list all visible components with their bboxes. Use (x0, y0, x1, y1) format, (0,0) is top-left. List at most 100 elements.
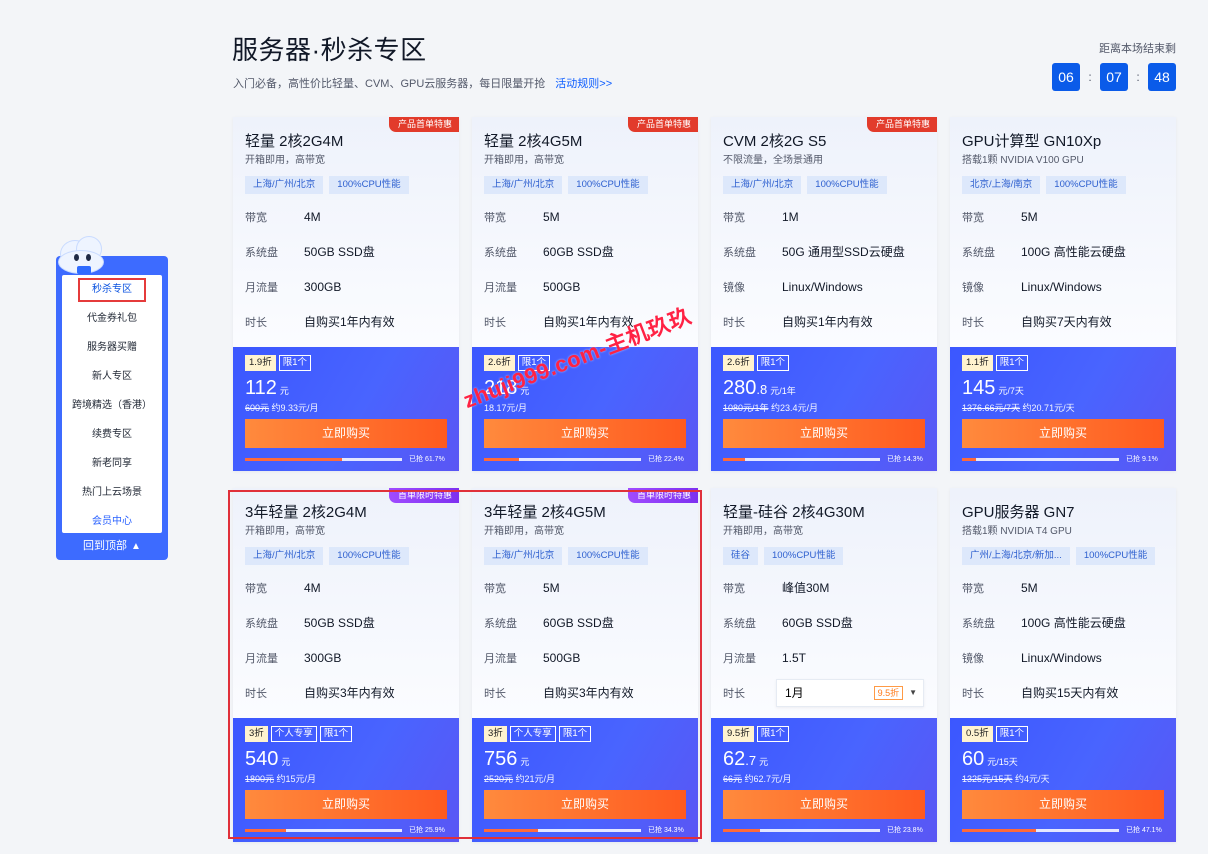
buy-now-button[interactable]: 立即购买 (484, 790, 686, 819)
tag-list: 上海/广州/北京 100%CPU性能 (484, 547, 686, 565)
spec-list: 带宽 4M 系统盘 50GB SSD盘 月流量 300GB 时长 自购买1年内有效 (245, 199, 447, 339)
discount-badge: 3折 (484, 726, 507, 742)
side-nav-item-label: 秒杀专区 (78, 278, 146, 302)
buy-now-button[interactable]: 立即购买 (245, 419, 447, 448)
spec-key: 月流量 (723, 652, 756, 665)
spec-key: 月流量 (245, 652, 278, 665)
spec-value: 自购买3年内有效 (304, 686, 395, 700)
sold-progress: 已抢 34.3% (484, 825, 686, 835)
spec-row: 带宽 5M (484, 199, 686, 234)
tag-list: 硅谷 100%CPU性能 (723, 547, 925, 565)
side-nav-item-server-gift[interactable]: 服务器买赠 (62, 333, 162, 362)
original-price: 2520元 约21元/月 (484, 773, 686, 785)
product-subtitle: 开箱即用，高带宽 (245, 155, 325, 166)
product-card: GPU计算型 GN10Xp 搭载1颗 NVIDIA V100 GPU 北京/上海/南… (950, 117, 1176, 471)
side-nav-item-renewal[interactable]: 续费专区 (62, 420, 162, 449)
promo-ribbon: 首单限时特惠 (627, 488, 698, 503)
price-panel: 1.9折 限1个 112 元 600元 约9.33元/月 立即购买 已抢 61.7% (233, 347, 459, 471)
original-price-value: 66元 (723, 774, 743, 784)
original-price-value: 1376.66元/7天 (962, 403, 1021, 413)
spec-value: 5M (1021, 580, 1038, 595)
promo-ribbon: 首单限时特惠 (388, 488, 459, 503)
badge-list: 0.5折 限1个 (962, 726, 1164, 742)
product-title: 3年轻量 2核4G5M (484, 504, 606, 521)
product-title: 3年轻量 2核2G4M (245, 504, 367, 521)
price: 60 元/15天 (962, 748, 1164, 772)
duration-select[interactable]: 1月 9.5折 ▼ (776, 678, 924, 707)
side-nav-item-member-center[interactable]: 会员中心 (62, 507, 162, 536)
tag-list: 北京/上海/南京 100%CPU性能 (962, 176, 1164, 194)
tag-list: 上海/广州/北京 100%CPU性能 (245, 547, 447, 565)
region-tag: 100%CPU性能 (329, 176, 409, 194)
spec-row: 系统盘 100G 高性能云硬盘 (962, 234, 1164, 269)
original-price: 1325元/15天 约4元/天 (962, 773, 1164, 785)
progress-track (245, 457, 402, 461)
side-nav-item-scenarios[interactable]: 热门上云场景 (62, 478, 162, 507)
limit-badge: 限1个 (756, 726, 790, 742)
product-subtitle: 开箱即用，高带宽 (484, 526, 564, 537)
progress-track (484, 828, 641, 832)
price-value: 60 (962, 748, 985, 770)
price-panel: 9.5折 限1个 62.7 元 66元 约62.7元/月 立即购买 已抢 23.8% (711, 718, 937, 842)
spec-key: 带宽 (723, 582, 745, 595)
product-title: CVM 2核2G S5 (723, 133, 827, 150)
buy-now-button[interactable]: 立即购买 (484, 419, 686, 448)
product-title: 轻量-硅谷 2核4G30M (723, 504, 865, 521)
mascot-icon (56, 232, 108, 278)
price-unit: 元/1年 (770, 386, 796, 396)
spec-key: 系统盘 (484, 246, 517, 259)
spec-key: 系统盘 (245, 617, 278, 630)
spec-key: 月流量 (484, 281, 517, 294)
duration-value: 1月 (785, 686, 804, 700)
price-value: 540 (245, 748, 279, 770)
side-nav-item-vouchers[interactable]: 代金券礼包 (62, 304, 162, 333)
spec-list: 带宽 5M 系统盘 100G 高性能云硬盘 镜像 Linux/Windows 时长 自购买7天… (962, 199, 1164, 339)
limit-badge: 限1个 (558, 726, 592, 742)
price-value: 145 (962, 377, 996, 399)
spec-value: 60GB SSD盘 (543, 245, 614, 259)
badge-list: 9.5折 限1个 (723, 726, 925, 742)
spec-key: 时长 (484, 687, 506, 700)
countdown-separator: : (1136, 70, 1140, 84)
region-tag: 上海/广州/北京 (723, 176, 802, 194)
subtitle-text: 入门必备，高性价比轻量、CVM、GPU云服务器，每日限量开抢 (233, 78, 546, 90)
side-nav-item-all-users[interactable]: 新老同享 (62, 449, 162, 478)
spec-value: 500GB (543, 650, 581, 665)
buy-now-button[interactable]: 立即购买 (723, 419, 925, 448)
spec-list: 带宽 5M 系统盘 100G 高性能云硬盘 镜像 Linux/Windows 时长 自购买15… (962, 570, 1164, 710)
price-unit: 元 (759, 757, 769, 767)
side-nav-item-hongkong[interactable]: 跨境精选（香港） (62, 391, 162, 420)
buy-now-button[interactable]: 立即购买 (245, 790, 447, 819)
back-to-top-button[interactable]: 回到顶部 ▲ (62, 533, 162, 559)
spec-value: 4M (304, 209, 321, 224)
side-nav-item-newcomer[interactable]: 新人专区 (62, 362, 162, 391)
spec-key: 系统盘 (723, 617, 756, 630)
spec-key: 带宽 (962, 582, 984, 595)
price: 756 元 (484, 748, 686, 772)
spec-value: 50GB SSD盘 (304, 616, 375, 630)
original-price: 600元 约9.33元/月 (245, 402, 447, 414)
price-decimal: .8 (756, 382, 768, 397)
sold-progress: 已抢 25.9% (245, 825, 447, 835)
region-tag: 上海/广州/北京 (245, 176, 324, 194)
buy-now-button[interactable]: 立即购买 (723, 790, 925, 819)
product-subtitle: 搭载1颗 NVIDIA T4 GPU (962, 526, 1072, 537)
discount-badge: 0.5折 (962, 726, 993, 742)
region-tag: 广州/上海/北京/新加... (962, 547, 1070, 565)
product-title: 轻量 2核4G5M (484, 133, 583, 150)
spec-value: 100G 高性能云硬盘 (1021, 245, 1126, 259)
original-price-value: 1800元 (245, 774, 275, 784)
spec-value: 60GB SSD盘 (543, 616, 614, 630)
buy-now-button[interactable]: 立即购买 (962, 790, 1164, 819)
buy-now-button[interactable]: 立即购买 (962, 419, 1164, 448)
spec-value: 5M (543, 580, 560, 595)
spec-key: 时长 (484, 316, 506, 329)
spec-key: 镜像 (723, 281, 745, 294)
side-nav-item-flash-sale[interactable]: 秒杀专区 (62, 275, 162, 304)
price-decimal: .7 (745, 753, 757, 768)
rules-link[interactable]: 活动规则>> (555, 78, 612, 90)
countdown-minutes: 07 (1100, 63, 1128, 91)
product-card: 产品首单特惠 轻量 2核4G5M 开箱即用，高带宽 上海/广州/北京 100%CPU性能… (472, 117, 698, 471)
price-panel: 0.5折 限1个 60 元/15天 1325元/15天 约4元/天 立即购买 已抢 47.1… (950, 718, 1176, 842)
discount-badge: 2.6折 (723, 355, 754, 371)
